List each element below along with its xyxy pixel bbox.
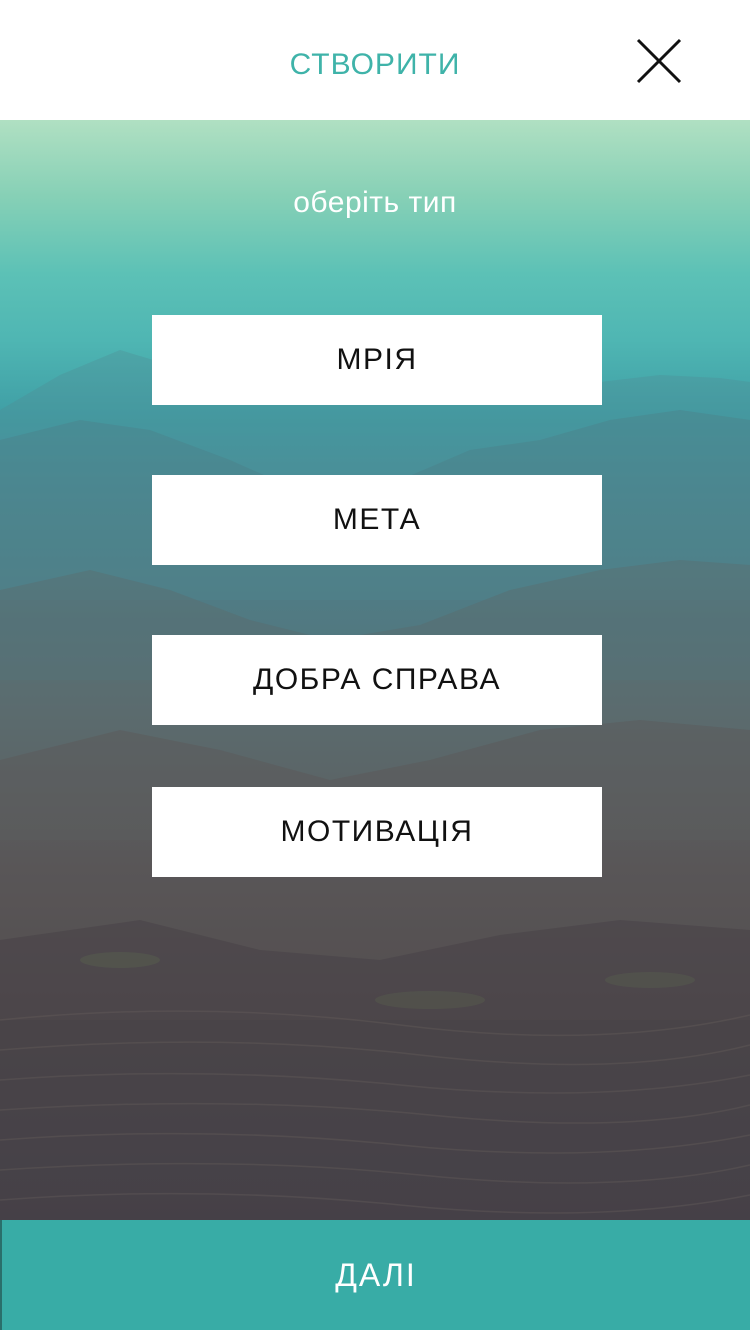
close-icon bbox=[636, 38, 682, 84]
type-button-good-deed[interactable]: ДОБРА СПРАВА bbox=[152, 635, 602, 725]
type-button-goal[interactable]: МЕТА bbox=[152, 475, 602, 565]
header: СТВОРИТИ bbox=[0, 0, 750, 120]
background-image: оберіть тип МРІЯ МЕТА ДОБРА СПРАВА МОТИВ… bbox=[0, 120, 750, 1220]
subtitle: оберіть тип bbox=[293, 186, 457, 219]
type-button-dream[interactable]: МРІЯ bbox=[152, 315, 602, 405]
create-screen: СТВОРИТИ оберіть тип МРІЯ МЕТА ДОБРА СПР… bbox=[0, 0, 750, 1330]
next-button[interactable]: ДАЛІ bbox=[0, 1220, 750, 1330]
close-button[interactable] bbox=[630, 32, 688, 90]
type-button-motivation[interactable]: МОТИВАЦІЯ bbox=[152, 787, 602, 877]
